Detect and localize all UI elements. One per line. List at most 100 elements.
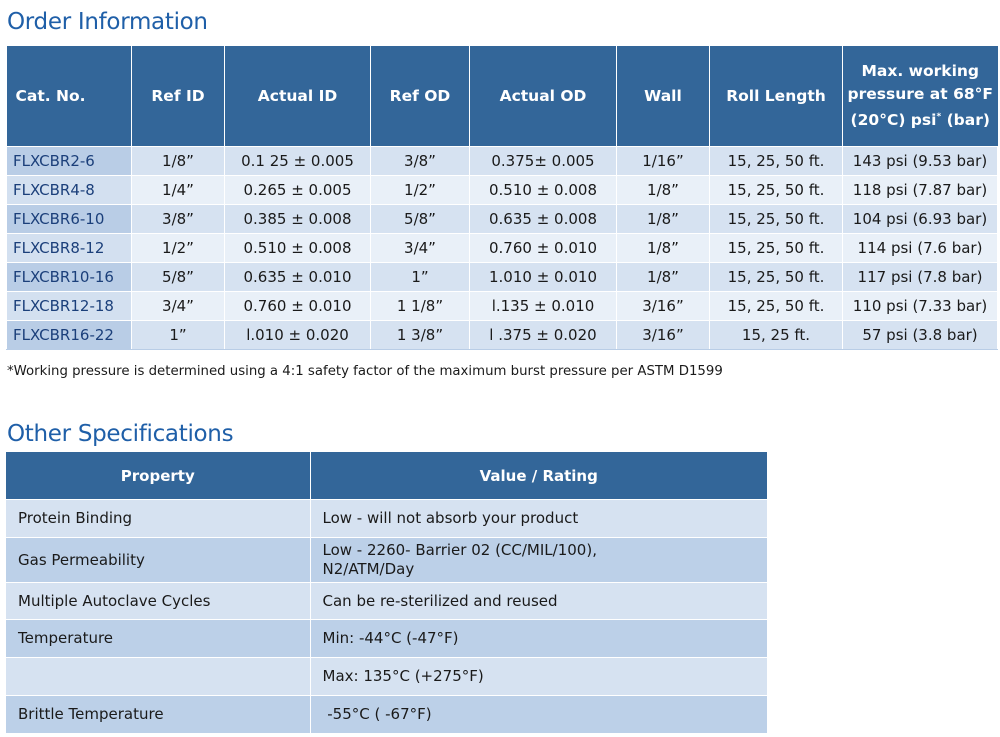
cell-max-pressure: 114 psi (7.6 bar) xyxy=(842,233,998,263)
cell-actual-id: 0.760 ± 0.010 xyxy=(224,291,371,321)
cell-ref-id: 1” xyxy=(131,320,225,350)
spec-property: Multiple Autoclave Cycles xyxy=(6,582,311,620)
cell-cat-no: FLXCBR12-18 xyxy=(6,291,132,321)
spec-row: Gas Permeability Low - 2260- Barrier 02 (… xyxy=(6,537,767,583)
cell-cat-no: FLXCBR8-12 xyxy=(6,233,132,263)
table-row: FLXCBR12-18 3/4” 0.760 ± 0.010 1 1/8” l.135 … xyxy=(6,291,998,321)
cell-actual-od: l.135 ± 0.010 xyxy=(469,291,617,321)
order-table: Cat. No. Ref ID Actual ID Ref OD Actual … xyxy=(6,46,998,350)
header-max-pressure-line3: (20°C) psi xyxy=(850,111,937,130)
cell-actual-id: l.010 ± 0.020 xyxy=(224,320,371,350)
spec-value: Low - 2260- Barrier 02 (CC/MIL/100), N2/A… xyxy=(309,537,767,583)
cell-actual-od: 1.010 ± 0.010 xyxy=(469,262,617,292)
spec-row: Multiple Autoclave Cycles Can be re-steri… xyxy=(6,582,767,620)
order-header-row: Cat. No. Ref ID Actual ID Ref OD Actual … xyxy=(6,46,998,147)
cell-max-pressure: 117 psi (7.8 bar) xyxy=(842,262,998,292)
cell-cat-no: FLXCBR10-16 xyxy=(6,262,132,292)
specifications-table-body: Protein Binding Low - will not absorb you… xyxy=(6,499,767,734)
header-value-rating: Value / Rating xyxy=(310,452,767,500)
cell-max-pressure: 57 psi (3.8 bar) xyxy=(842,320,998,350)
spec-row: Protein Binding Low - will not absorb you… xyxy=(6,499,767,538)
table-row: FLXCBR2-6 1/8” 0.1 25 ± 0.005 3/8” 0.375± 0.… xyxy=(6,146,998,176)
spec-row: Max: 135°C (+275°F) xyxy=(6,657,767,696)
cell-roll-length: 15, 25, 50 ft. xyxy=(709,204,843,234)
spec-value-line: Min: -44°C (-47°F) xyxy=(322,629,459,647)
cell-ref-id: 1/2” xyxy=(131,233,225,263)
spec-property xyxy=(6,657,311,696)
spec-value: Min: -44°C (-47°F) xyxy=(309,619,767,658)
spec-property: Gas Permeability xyxy=(6,537,311,583)
cell-actual-od: 0.375± 0.005 xyxy=(469,146,617,176)
header-max-pressure-line1: Max. working xyxy=(861,61,980,80)
other-specifications-title: Other Specifications xyxy=(7,421,234,447)
spec-value-line: N2/ATM/Day xyxy=(322,560,415,578)
cell-roll-length: 15, 25, 50 ft. xyxy=(709,262,843,292)
spec-property: Brittle Temperature xyxy=(6,695,311,734)
cell-actual-id: 0.510 ± 0.008 xyxy=(224,233,371,263)
cell-actual-od: 0.510 ± 0.008 xyxy=(469,175,617,205)
cell-ref-id: 1/8” xyxy=(131,146,225,176)
cell-wall: 1/8” xyxy=(616,233,710,263)
pressure-footnote: *Working pressure is determined using a … xyxy=(7,364,723,379)
cell-ref-od: 1 1/8” xyxy=(370,291,470,321)
cell-max-pressure: 110 psi (7.33 bar) xyxy=(842,291,998,321)
header-max-pressure-line2: pressure at 68°F xyxy=(847,84,993,103)
header-property: Property xyxy=(6,452,311,500)
cell-roll-length: 15, 25, 50 ft. xyxy=(709,175,843,205)
table-row: FLXCBR10-16 5/8” 0.635 ± 0.010 1” 1.010 ± 0.… xyxy=(6,262,998,292)
cell-max-pressure: 118 psi (7.87 bar) xyxy=(842,175,998,205)
header-wall: Wall xyxy=(616,46,710,147)
cell-wall: 3/16” xyxy=(616,320,710,350)
cell-cat-no: FLXCBR6-10 xyxy=(6,204,132,234)
cell-wall: 1/8” xyxy=(616,204,710,234)
cell-ref-id: 1/4” xyxy=(131,175,225,205)
cell-wall: 3/16” xyxy=(616,291,710,321)
cell-cat-no: FLXCBR4-8 xyxy=(6,175,132,205)
table-row: FLXCBR16-22 1” l.010 ± 0.020 1 3/8” l .375 ±… xyxy=(6,320,998,350)
table-row: FLXCBR4-8 1/4” 0.265 ± 0.005 1/2” 0.510 ± 0.… xyxy=(6,175,998,205)
cell-actual-id: 0.635 ± 0.010 xyxy=(224,262,371,292)
cell-actual-id: 0.385 ± 0.008 xyxy=(224,204,371,234)
table-row: FLXCBR8-12 1/2” 0.510 ± 0.008 3/4” 0.760 ± 0… xyxy=(6,233,998,263)
cell-ref-od: 3/4” xyxy=(370,233,470,263)
spec-value-line: -55°C ( -67°F) xyxy=(322,705,432,723)
cell-actual-id: 0.1 25 ± 0.005 xyxy=(224,146,371,176)
cell-ref-od: 5/8” xyxy=(370,204,470,234)
spec-value-line: Low - 2260- Barrier 02 (CC/MIL/100), xyxy=(322,541,597,559)
spec-value: Can be re-sterilized and reused xyxy=(309,582,767,620)
spec-value: Low - will not absorb your product xyxy=(309,499,767,538)
spec-property: Temperature xyxy=(6,619,311,658)
cell-wall: 1/16” xyxy=(616,146,710,176)
spec-value: -55°C ( -67°F) xyxy=(309,695,767,734)
cell-ref-od: 1/2” xyxy=(370,175,470,205)
header-max-pressure-line3-tail: (bar) xyxy=(941,111,990,130)
header-ref-id: Ref ID xyxy=(131,46,225,147)
cell-ref-id: 3/4” xyxy=(131,291,225,321)
specifications-table: Property Value / Rating Protein Binding L… xyxy=(6,452,767,734)
spec-value-line: Max: 135°C (+275°F) xyxy=(322,667,484,685)
cell-max-pressure: 143 psi (9.53 bar) xyxy=(842,146,998,176)
cell-ref-od: 1 3/8” xyxy=(370,320,470,350)
cell-actual-id: 0.265 ± 0.005 xyxy=(224,175,371,205)
cell-max-pressure: 104 psi (6.93 bar) xyxy=(842,204,998,234)
cell-roll-length: 15, 25 ft. xyxy=(709,320,843,350)
spec-property: Protein Binding xyxy=(6,499,311,538)
header-ref-od: Ref OD xyxy=(370,46,470,147)
header-roll-length: Roll Length xyxy=(709,46,843,147)
header-actual-od: Actual OD xyxy=(469,46,617,147)
header-actual-id: Actual ID xyxy=(224,46,371,147)
cell-actual-od: 0.760 ± 0.010 xyxy=(469,233,617,263)
cell-ref-id: 5/8” xyxy=(131,262,225,292)
spec-value-line: Low - will not absorb your product xyxy=(322,509,579,527)
cell-roll-length: 15, 25, 50 ft. xyxy=(709,146,843,176)
header-max-pressure: Max. working pressure at 68°F (20°C) psi… xyxy=(842,46,998,147)
cell-cat-no: FLXCBR16-22 xyxy=(6,320,132,350)
cell-actual-od: l .375 ± 0.020 xyxy=(469,320,617,350)
cell-actual-od: 0.635 ± 0.008 xyxy=(469,204,617,234)
header-cat-no: Cat. No. xyxy=(6,46,132,147)
cell-ref-id: 3/8” xyxy=(131,204,225,234)
cell-wall: 1/8” xyxy=(616,262,710,292)
cell-ref-od: 3/8” xyxy=(370,146,470,176)
spec-value: Max: 135°C (+275°F) xyxy=(309,657,767,696)
spec-row: Temperature Min: -44°C (-47°F) xyxy=(6,619,767,658)
